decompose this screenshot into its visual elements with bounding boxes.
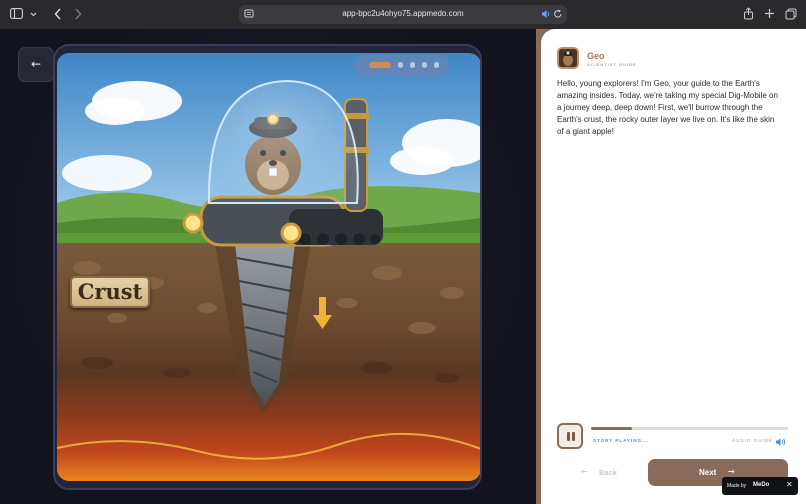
guide-role: SCIENTIST GUIDE (587, 62, 637, 67)
audio-progress-fill (591, 427, 633, 430)
url-text: app-bpc2u4ohyo75.appmedo.com (342, 9, 464, 18)
speaker-icon[interactable] (541, 8, 551, 23)
next-button-label: Next (699, 468, 717, 477)
arrow-left-icon: ← (581, 467, 588, 476)
slide-dot[interactable] (398, 62, 403, 68)
layer-label-sign: Crust (70, 276, 150, 308)
guide-name: Geo (587, 51, 605, 61)
audio-progress-track[interactable] (591, 427, 788, 430)
address-bar[interactable]: app-bpc2u4ohyo75.appmedo.com (239, 5, 567, 24)
slide-progress (354, 55, 450, 75)
pause-button[interactable] (557, 423, 583, 449)
illustration-frame (53, 44, 482, 490)
tabs-icon[interactable] (785, 8, 797, 23)
back-icon[interactable] (54, 8, 62, 23)
forward-icon[interactable] (74, 8, 82, 23)
slide-dot-active[interactable] (369, 62, 391, 68)
audio-guide-label: AUDIO GUIDE (732, 438, 774, 443)
arrow-right-icon: → (728, 467, 735, 476)
pause-icon (567, 432, 570, 441)
made-by-label: Made by (727, 483, 747, 489)
guide-avatar (557, 47, 579, 69)
volume-icon[interactable] (775, 434, 787, 446)
stage-back-button[interactable]: ← (18, 47, 54, 82)
story-status: STORY PLAYING... (593, 438, 649, 443)
share-icon[interactable] (743, 7, 754, 23)
back-button[interactable]: ← Back (563, 459, 643, 485)
browser-toolbar: app-bpc2u4ohyo75.appmedo.com (0, 0, 806, 29)
medo-logo: MeDo (753, 482, 770, 488)
plus-icon[interactable] (764, 8, 775, 22)
chevron-down-icon[interactable] (30, 8, 37, 22)
made-by-badge[interactable]: Made by MeDo ✕ (722, 477, 798, 495)
pause-icon (572, 432, 575, 441)
close-icon[interactable]: ✕ (786, 480, 793, 489)
slide-dot[interactable] (410, 62, 415, 68)
dig-mobile-illustration (57, 53, 480, 481)
reload-icon[interactable] (553, 8, 563, 23)
back-button-label: Back (599, 468, 617, 477)
slide-dot[interactable] (434, 62, 439, 68)
sidebar-icon[interactable] (10, 8, 23, 22)
story-text: Hello, young explorers! I'm Geo, your gu… (557, 79, 778, 136)
slide-dot[interactable] (422, 62, 427, 68)
